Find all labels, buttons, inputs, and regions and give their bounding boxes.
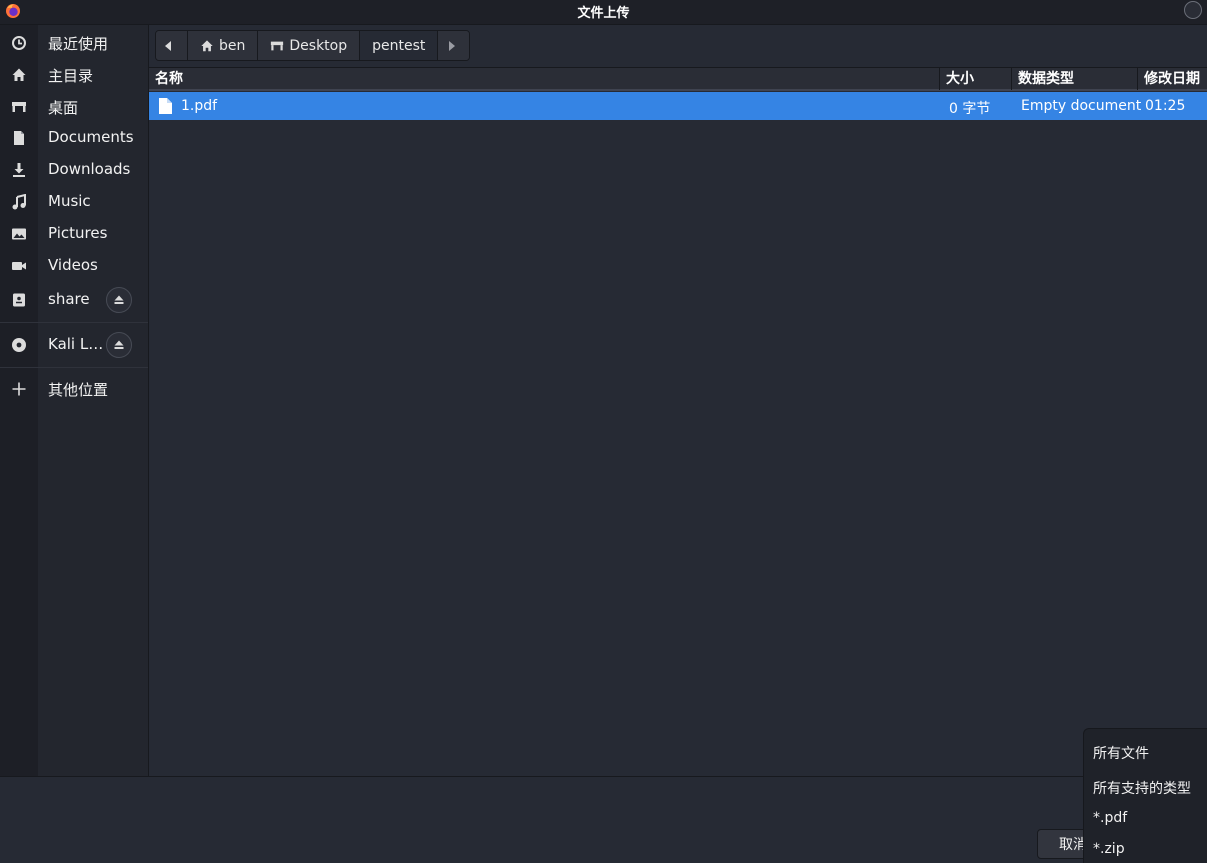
- column-header-size[interactable]: 大小: [940, 68, 1012, 90]
- file-modified: 01:25: [1145, 98, 1186, 114]
- path-segment-home[interactable]: ben: [188, 31, 259, 60]
- filter-option-pdf[interactable]: *.pdf: [1093, 810, 1127, 826]
- window-title: 文件上传: [577, 6, 630, 21]
- file-name: 1.pdf: [181, 98, 218, 114]
- window-close-button[interactable]: [1184, 1, 1202, 19]
- places-sidebar: 最近使用 主目录 桌面 Documents Downloads Music Pi…: [0, 25, 149, 776]
- dialog-footer: 取消: [0, 776, 1207, 863]
- table-row[interactable]: 1.pdf 0 字节 Empty document 01:25: [149, 92, 1207, 120]
- sidebar-item-recent[interactable]: 最近使用: [0, 28, 148, 58]
- column-header-modified[interactable]: 修改日期: [1138, 68, 1207, 90]
- picture-icon: [12, 228, 26, 240]
- filter-option-all-files[interactable]: 所有文件: [1093, 743, 1149, 763]
- disc-icon: [12, 338, 26, 352]
- sidebar-item-label: Documents: [48, 128, 134, 146]
- download-icon: [13, 163, 25, 177]
- path-scroll-left-button[interactable]: [156, 31, 188, 60]
- sidebar-item-label: share: [48, 290, 90, 308]
- file-chooser-dialog: 文件上传 最近使用 主目录 桌面 Documents Downloads Mus…: [0, 0, 1207, 863]
- drive-icon: [13, 293, 25, 307]
- sidebar-item-downloads[interactable]: Downloads: [0, 155, 148, 185]
- filter-option-zip[interactable]: *.zip: [1093, 841, 1125, 857]
- document-icon: [14, 131, 24, 145]
- music-icon: [12, 194, 26, 210]
- sidebar-item-share[interactable]: share: [0, 285, 148, 315]
- sidebar-item-label: Pictures: [48, 224, 108, 242]
- file-size: 0 字节: [949, 101, 991, 117]
- video-icon: [12, 262, 26, 270]
- path-segment-label: pentest: [372, 37, 426, 54]
- chevron-right-icon: [449, 40, 456, 51]
- breadcrumb: ben Desktop pentest: [155, 30, 471, 61]
- sidebar-item-music[interactable]: Music: [0, 187, 148, 217]
- sidebar-item-label: Music: [48, 192, 91, 210]
- sidebar-item-home[interactable]: 主目录: [0, 60, 148, 90]
- sidebar-item-videos[interactable]: Videos: [0, 251, 148, 281]
- clock-icon: [12, 36, 26, 50]
- eject-button[interactable]: [106, 287, 132, 313]
- sidebar-item-label: 最近使用: [48, 35, 109, 53]
- sidebar-item-label: 主目录: [48, 67, 94, 85]
- chevron-left-icon: [165, 40, 171, 51]
- sidebar-item-kali-disc[interactable]: Kali L…: [0, 330, 148, 360]
- file-filter-popup: 所有文件 所有支持的类型 *.pdf *.zip: [1083, 728, 1207, 863]
- sidebar-item-other-locations[interactable]: 其他位置: [0, 374, 148, 404]
- sidebar-item-pictures[interactable]: Pictures: [0, 219, 148, 249]
- path-segment-label: Desktop: [289, 37, 348, 54]
- eject-icon: [114, 295, 124, 304]
- sidebar-item-label: Videos: [48, 256, 98, 274]
- path-segment-label: ben: [219, 37, 246, 54]
- plus-icon: [12, 382, 26, 396]
- file-icon: [159, 98, 172, 114]
- title-bar: 文件上传: [0, 0, 1207, 25]
- home-icon: [12, 68, 26, 81]
- desktop-icon: [12, 102, 26, 112]
- path-segment-current[interactable]: pentest: [360, 31, 439, 60]
- path-segment-desktop[interactable]: Desktop: [258, 31, 361, 60]
- desktop-icon: [271, 41, 284, 50]
- file-list: 名称 大小 数据类型 修改日期 1.pdf 0 字节 Empty documen…: [149, 67, 1207, 776]
- column-header-type[interactable]: 数据类型: [1012, 68, 1138, 90]
- eject-button[interactable]: [106, 332, 132, 358]
- sidebar-item-label: Kali L…: [48, 335, 104, 353]
- eject-icon: [114, 340, 124, 349]
- file-type: Empty document: [1021, 98, 1142, 114]
- column-header: 名称 大小 数据类型 修改日期: [149, 67, 1207, 91]
- sidebar-item-desktop[interactable]: 桌面: [0, 92, 148, 122]
- sidebar-item-documents[interactable]: Documents: [0, 123, 148, 153]
- sidebar-item-label: 桌面: [48, 99, 79, 117]
- home-icon: [201, 39, 213, 51]
- filter-option-all-supported[interactable]: 所有支持的类型: [1093, 778, 1191, 798]
- column-header-name[interactable]: 名称: [149, 68, 940, 90]
- path-scroll-right-button[interactable]: [438, 31, 470, 60]
- sidebar-item-label: Downloads: [48, 160, 131, 178]
- sidebar-item-label: 其他位置: [48, 381, 109, 399]
